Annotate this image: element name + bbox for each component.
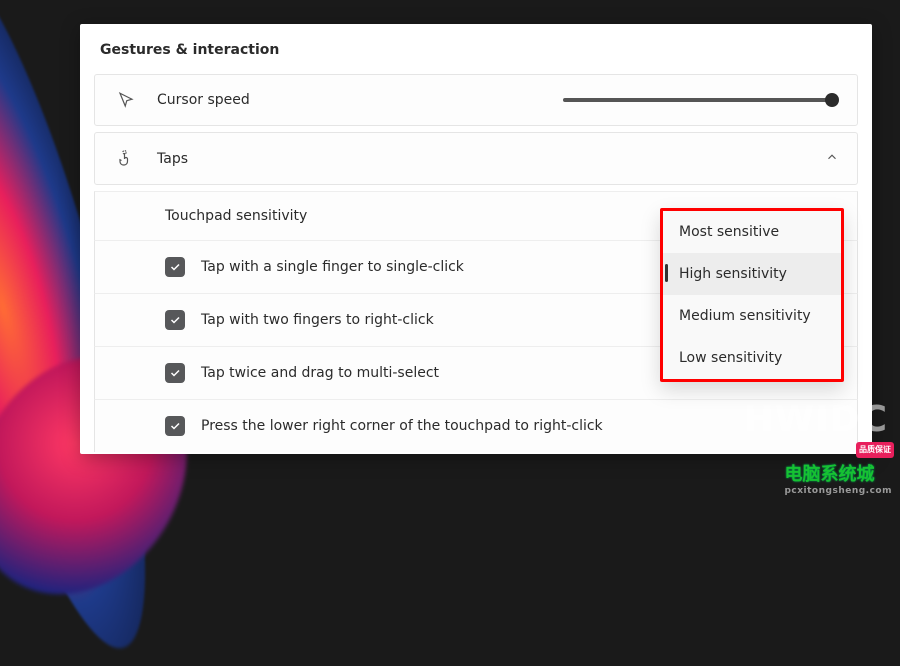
checkbox-checked[interactable] (165, 416, 185, 436)
taps-row[interactable]: Taps (94, 132, 858, 185)
ribbon-text: 品质保证 (856, 442, 894, 458)
dropdown-item-medium-sensitivity[interactable]: Medium sensitivity (663, 295, 841, 337)
checkbox-checked[interactable] (165, 363, 185, 383)
section-title: Gestures & interaction (80, 24, 872, 74)
slider-thumb[interactable] (825, 93, 839, 107)
cursor-speed-label: Cursor speed (157, 92, 563, 108)
tap-option-label: Tap with a single finger to single-click (201, 259, 464, 275)
checkbox-checked[interactable] (165, 310, 185, 330)
cursor-speed-row: Cursor speed (94, 74, 858, 126)
chevron-up-icon (825, 149, 839, 168)
tap-option-label: Tap twice and drag to multi-select (201, 365, 439, 381)
dropdown-item-low-sensitivity[interactable]: Low sensitivity (663, 337, 841, 379)
checkbox-checked[interactable] (165, 257, 185, 277)
touchpad-sensitivity-label: Touchpad sensitivity (165, 208, 307, 224)
dropdown-item-most-sensitive[interactable]: Most sensitive (663, 211, 841, 253)
corner-badge: 品质保证 电脑系统城 pcxitongsheng.com (784, 460, 892, 496)
cursor-speed-slider[interactable] (563, 98, 833, 102)
badge-main: 电脑系统城 (784, 464, 874, 485)
dropdown-item-high-sensitivity[interactable]: High sensitivity (663, 253, 841, 295)
tap-option-label: Press the lower right corner of the touc… (201, 418, 603, 434)
settings-panel: Gestures & interaction Cursor speed Taps… (80, 24, 872, 454)
cursor-icon (113, 91, 139, 109)
sensitivity-dropdown: Most sensitive High sensitivity Medium s… (660, 208, 844, 382)
badge-sub: pcxitongsheng.com (784, 486, 892, 496)
tap-icon (113, 150, 139, 168)
taps-label: Taps (157, 151, 813, 167)
tap-option-label: Tap with two fingers to right-click (201, 312, 434, 328)
watermark-text: HWIDC (743, 399, 888, 440)
